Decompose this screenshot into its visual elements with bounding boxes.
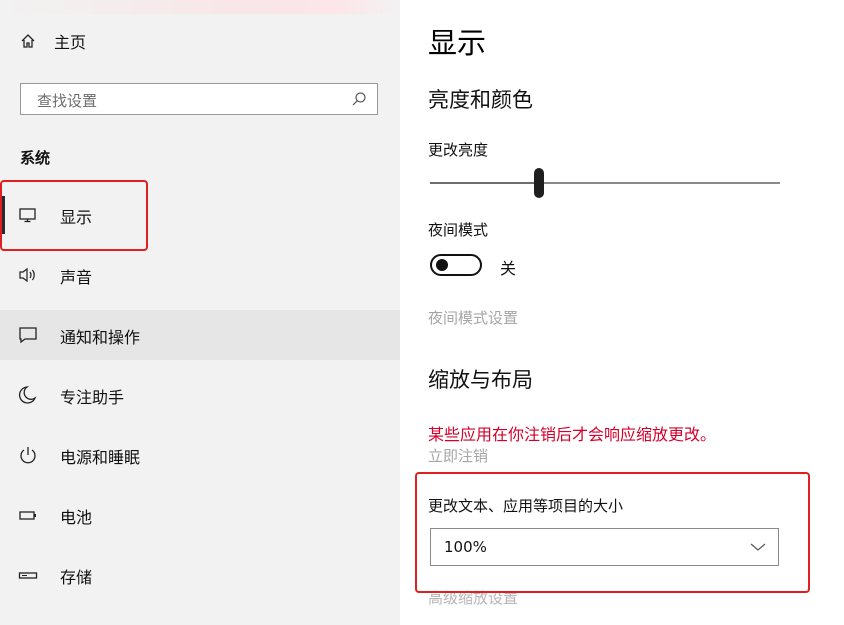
- selection-indicator: [0, 196, 5, 234]
- search-icon[interactable]: [351, 91, 367, 107]
- monitor-icon: [19, 208, 36, 223]
- sidebar-item-battery[interactable]: 电池: [0, 490, 400, 540]
- brightness-slider-thumb[interactable]: [533, 168, 544, 198]
- notification-icon: [19, 327, 37, 344]
- brightness-slider-fill: [430, 182, 539, 184]
- page-title: 显示: [428, 26, 487, 60]
- sidebar-item-label: 电池: [60, 508, 93, 527]
- sidebar-glow: [0, 0, 400, 14]
- sidebar-item-storage[interactable]: 存储: [0, 550, 400, 600]
- scale-warning-text: 某些应用在你注销后才会响应缩放更改。: [428, 425, 717, 444]
- night-mode-toggle[interactable]: [430, 254, 482, 276]
- sidebar-item-label: 存储: [60, 568, 93, 587]
- sidebar: 主页 系统 显示 声音 通知和操作: [0, 0, 400, 625]
- storage-icon: [18, 572, 38, 579]
- section-label-system: 系统: [20, 149, 51, 167]
- sidebar-item-label: 显示: [60, 208, 93, 227]
- moon-icon: [18, 386, 37, 404]
- scale-dropdown-value: 100%: [444, 538, 487, 556]
- search-input[interactable]: [35, 90, 339, 112]
- night-mode-settings-link[interactable]: 夜间模式设置: [428, 307, 518, 328]
- sidebar-item-notifications[interactable]: 通知和操作: [0, 310, 400, 360]
- sidebar-item-display[interactable]: 显示: [0, 190, 400, 240]
- brightness-label: 更改亮度: [428, 141, 489, 159]
- battery-icon: [19, 511, 36, 520]
- sign-out-link[interactable]: 立即注销: [428, 445, 488, 466]
- toggle-knob: [436, 259, 448, 271]
- sidebar-item-power-sleep[interactable]: 电源和睡眠: [0, 430, 400, 480]
- sidebar-item-focus-assist[interactable]: 专注助手: [0, 370, 400, 420]
- home-label: 主页: [54, 33, 87, 52]
- section-title-brightness: 亮度和颜色: [428, 88, 533, 112]
- main-content: 显示 亮度和颜色 更改亮度 夜间模式 关 夜间模式设置 缩放与布局 某些应用在你…: [400, 0, 844, 625]
- sidebar-item-label: 通知和操作: [60, 328, 141, 347]
- sidebar-item-sound[interactable]: 声音: [0, 250, 400, 300]
- home-icon: [21, 34, 35, 48]
- night-mode-state: 关: [500, 259, 517, 278]
- search-box[interactable]: [20, 83, 378, 115]
- power-icon: [20, 447, 36, 464]
- speaker-icon: [19, 267, 35, 283]
- chevron-down-icon: [750, 543, 766, 551]
- night-mode-label: 夜间模式: [428, 221, 489, 239]
- sidebar-item-label: 声音: [60, 268, 93, 287]
- sidebar-item-label: 专注助手: [60, 388, 125, 407]
- scale-label: 更改文本、应用等项目的大小: [428, 497, 624, 515]
- advanced-scale-link[interactable]: 高级缩放设置: [428, 587, 518, 608]
- sidebar-item-label: 电源和睡眠: [60, 448, 141, 467]
- scale-dropdown[interactable]: 100%: [430, 528, 779, 566]
- section-title-scale-layout: 缩放与布局: [428, 368, 533, 392]
- home-link[interactable]: 主页: [20, 30, 86, 52]
